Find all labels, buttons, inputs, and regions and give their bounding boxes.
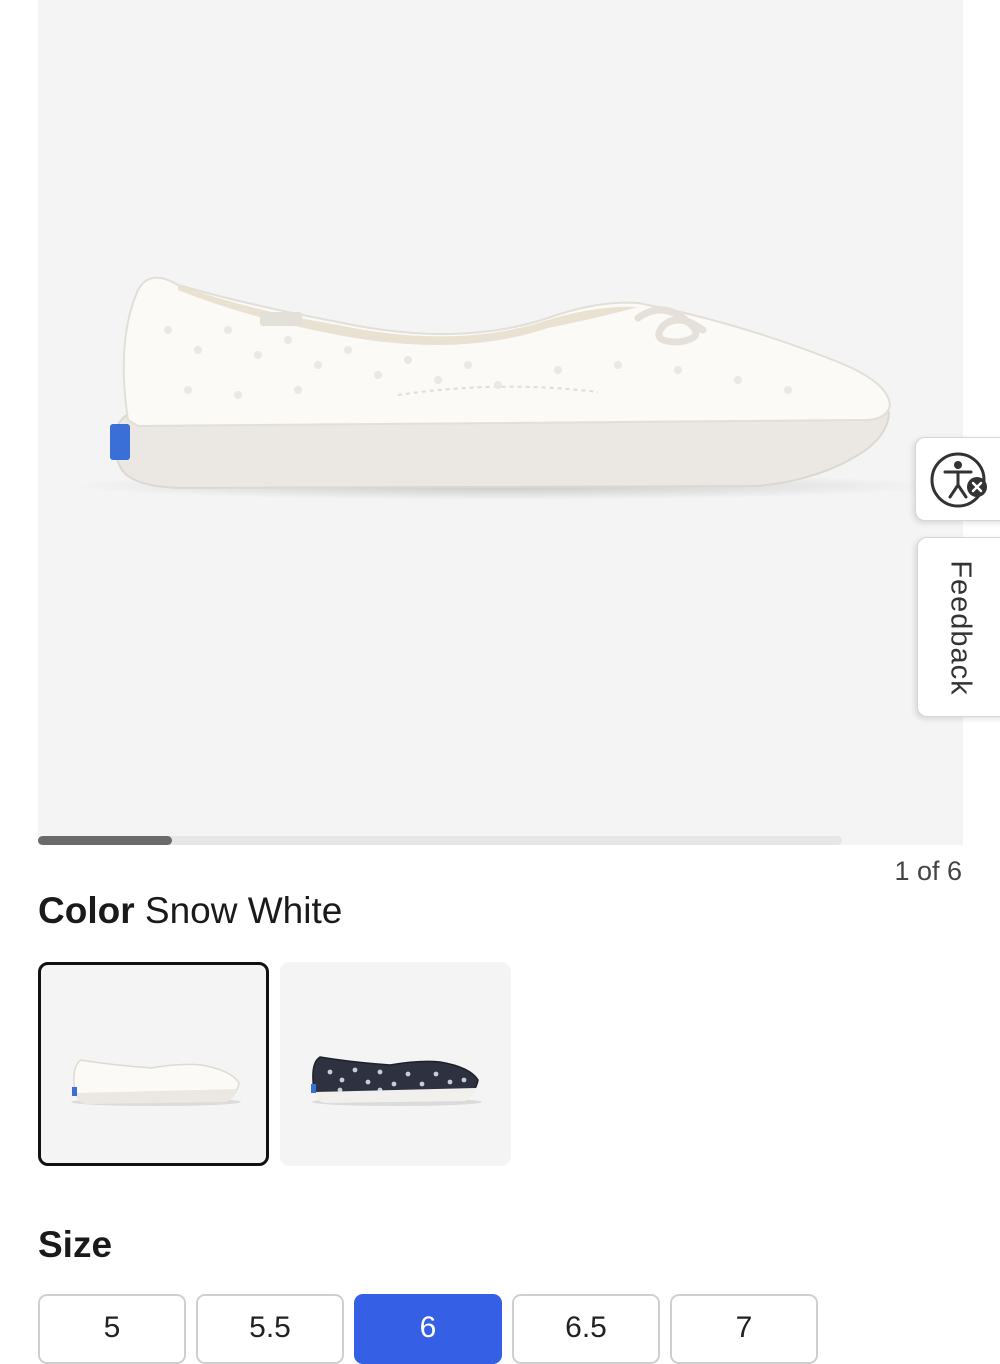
accessibility-button[interactable] [915,437,1000,521]
size-option-6-5[interactable]: 6.5 [512,1294,660,1364]
white-shoe-thumbnail [71,1059,241,1106]
gallery-progress-bar[interactable] [38,836,842,845]
color-selection-label: Color Snow White [38,890,342,932]
color-swatch-navy[interactable] [280,962,511,1166]
color-swatch-snow-white[interactable] [38,962,269,1166]
size-option-5[interactable]: 5 [38,1294,186,1364]
feedback-label: Feedback [944,560,977,696]
size-option-6[interactable]: 6 [354,1294,502,1364]
size-title: Size [38,1224,113,1265]
size-option-7[interactable]: 7 [670,1294,818,1364]
navy-print-shoe-thumbnail [311,1056,482,1106]
product-image-gallery[interactable] [38,0,963,845]
color-label: Color [38,890,135,931]
feedback-tab[interactable]: Feedback [917,537,1000,717]
size-option-5-5[interactable]: 5.5 [196,1294,344,1364]
accessibility-person-icon [930,452,987,508]
gallery-progress-fill [38,836,172,845]
color-value: Snow White [144,890,343,931]
gallery-counter: 1 of 6 [894,856,962,886]
main-product-image [73,276,933,500]
